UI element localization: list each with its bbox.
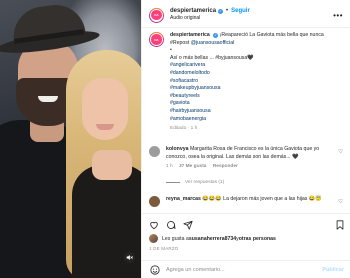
comment-time: 1 h (166, 164, 173, 170)
hashtag-link[interactable]: #angelicarivera (170, 62, 324, 70)
caption-username[interactable]: despiertamerica (170, 32, 210, 38)
view-replies-label: Ver respuestas (1) (185, 180, 225, 185)
share-send-icon[interactable] (183, 220, 193, 230)
hashtag-link[interactable]: #dandomeloltodo (170, 70, 324, 78)
actions-divider (142, 213, 350, 214)
comment-item: reyna_marcas 😂😂😂 La dejaron más joven qu… (149, 196, 345, 207)
instagram-post: DA despiertamerica ✓ • Seguir Audio orig… (0, 0, 350, 278)
verified-badge-icon: ✓ (218, 9, 224, 14)
hashtag-link[interactable]: #gaviota (170, 100, 324, 108)
reply-button[interactable]: Responder (213, 164, 238, 169)
hashtag-link[interactable]: #sofiacastro (170, 78, 324, 86)
comment-likes[interactable]: 37 Me gusta (179, 164, 206, 169)
comment-text: 😂😂😂 La dejaron más joven que a las hijas… (202, 196, 322, 202)
bookmark-save-icon[interactable] (335, 220, 345, 230)
brand-logo: DA (151, 9, 162, 21)
caption-time: 1 h (190, 126, 198, 132)
comment-bubble-icon[interactable] (166, 220, 176, 230)
more-options-icon[interactable]: ••• (333, 11, 343, 20)
comment-like-heart-icon[interactable]: ♡ (338, 199, 343, 205)
hashtag-link[interactable]: #beautyreels (170, 93, 324, 101)
comment-username[interactable]: reyna_marcas (166, 196, 201, 202)
mute-sound-icon[interactable] (124, 252, 135, 263)
action-bar (149, 218, 345, 232)
post-caption: DA despiertamerica ✓ ¡Reapareció La Gavi… (149, 32, 345, 133)
account-avatar[interactable]: DA (149, 7, 164, 23)
comment-input[interactable] (166, 266, 323, 273)
caption-line-4: Así o más bellas ... #byjuansousa🖤 (170, 54, 254, 61)
hashtag-link[interactable]: #makeupbyjuansousa (170, 85, 324, 93)
comment-emoji: 🖤 (292, 153, 299, 160)
account-username[interactable]: despiertamerica (170, 8, 216, 15)
header-divider (142, 27, 350, 28)
commenter-avatar[interactable] (149, 146, 160, 157)
brand-logo: DA (151, 34, 162, 45)
hashtag-link[interactable]: #hairbyjuansousa (170, 108, 324, 116)
emoji-smiley-icon[interactable] (149, 264, 160, 275)
caption-edited: Editado (170, 126, 187, 132)
separator-dot: • (226, 8, 229, 14)
caption-avatar[interactable]: DA (149, 32, 164, 47)
caption-line-1: ¡Reapareció La Gaviota más bella que nun… (219, 32, 324, 38)
follow-button[interactable]: Seguir (231, 8, 250, 15)
likes-others-link[interactable]: otras personas (239, 236, 276, 242)
post-media[interactable] (0, 0, 141, 278)
liker-avatar[interactable] (149, 234, 158, 243)
commenter-avatar[interactable] (149, 196, 160, 207)
likes-summary: Les gusta a susanaherrera8734 y otras pe… (149, 234, 345, 243)
liker-username[interactable]: susanaherrera8734 (189, 236, 236, 242)
comment-username[interactable]: kolonvya (166, 146, 189, 152)
like-heart-icon[interactable] (149, 220, 159, 230)
caption-repost: #Repost (170, 39, 191, 46)
post-side-panel: DA despiertamerica ✓ • Seguir Audio orig… (141, 0, 350, 278)
comment-like-heart-icon[interactable]: ♡ (338, 149, 343, 155)
caption-mention-link[interactable]: @juansousaofficial (191, 40, 235, 46)
post-header: DA despiertamerica ✓ • Seguir Audio orig… (149, 5, 345, 25)
view-replies-button[interactable]: Ver respuestas (1) (166, 180, 224, 185)
caption-line-3: • (170, 47, 172, 54)
post-date[interactable]: 1 DE MARZO (149, 246, 179, 251)
likes-prefix: Les gusta a (162, 235, 189, 242)
comment-item: kolonvya Margarita Rosa de Francisco es … (149, 146, 345, 171)
verified-badge-icon: ✓ (213, 33, 219, 38)
hashtag-link[interactable]: #amobaenergia (170, 116, 324, 124)
publish-button[interactable]: Publicar (322, 267, 344, 273)
audio-label[interactable]: Audio original (170, 15, 250, 22)
add-comment-bar: Publicar (142, 260, 350, 278)
